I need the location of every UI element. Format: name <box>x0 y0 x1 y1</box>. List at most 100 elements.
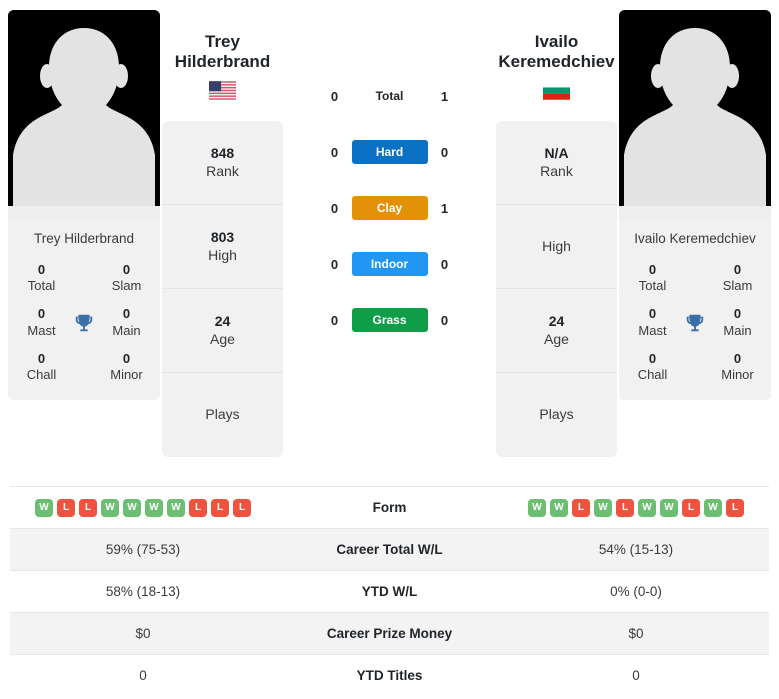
title-label: Main <box>112 322 141 338</box>
form-badge-loss[interactable]: L <box>233 498 251 517</box>
title-stat: 0 Chall <box>625 351 680 384</box>
surface-badge-indoor[interactable]: Indoor <box>351 252 428 276</box>
h2h-right-score: 1 <box>440 88 449 104</box>
title-value: 0 <box>648 350 657 366</box>
stat-value: 803 <box>210 229 235 246</box>
form-strip-right: WWLWLWWLWL <box>507 498 765 517</box>
stat-label: Age <box>544 330 569 347</box>
form-badge-win[interactable]: W <box>704 498 722 517</box>
player-name-left: Trey Hilderbrand <box>175 32 270 72</box>
title-stat: 0 Mast <box>625 306 680 339</box>
table-row-career-total-wl: 59% (75-53) Career Total W/L 54% (15-13) <box>10 528 769 571</box>
title-value: 0 <box>37 350 46 366</box>
avatar-silhouette-icon <box>8 10 160 220</box>
avatar-silhouette-icon <box>619 10 771 220</box>
form-badge-win[interactable]: W <box>167 498 185 517</box>
player-name-line1: Trey <box>205 32 240 51</box>
titles-row: 0 Total 0 Slam <box>8 257 160 302</box>
player-name-line1: Ivailo <box>534 32 579 51</box>
trophy-icon <box>680 312 710 334</box>
title-stat: 0 Total <box>625 262 680 295</box>
form-badge-win[interactable]: W <box>35 498 53 517</box>
form-cell-left: WLLWWWWLLL <box>10 487 276 529</box>
title-label: Total <box>638 278 667 294</box>
stat-high: 803 High <box>162 205 283 290</box>
form-badge-loss[interactable]: L <box>79 498 97 517</box>
row-label-ytd-wl: YTD W/L <box>361 584 418 599</box>
player-name-line2: Keremedchiev <box>498 52 615 72</box>
stat-value: 848 <box>210 145 235 162</box>
form-badge-win[interactable]: W <box>145 498 163 517</box>
value-left: $0 <box>135 626 151 641</box>
form-badge-win[interactable]: W <box>550 498 568 517</box>
form-badge-win[interactable]: W <box>123 498 141 517</box>
player-stats-right: N/A Rank High 24 Age Plays <box>496 121 617 458</box>
title-stat: 0 Slam <box>99 262 154 295</box>
title-stat: 0 Chall <box>14 351 69 384</box>
title-stat: 0 Minor <box>710 351 765 384</box>
title-label: Slam <box>111 278 142 294</box>
titles-row: 0 Mast 0 Main <box>8 301 160 346</box>
value-right: 0% (0-0) <box>610 584 662 599</box>
stat-plays: Plays <box>162 373 283 457</box>
player-info-right: Ivailo Keremedchiev N/A Rank High 24 Age… <box>494 10 619 458</box>
form-badge-loss[interactable]: L <box>682 498 700 517</box>
h2h-row-hard: 0 Hard 0 <box>285 124 494 180</box>
title-stat: 0 Main <box>99 306 154 339</box>
form-badge-win[interactable]: W <box>101 498 119 517</box>
form-badge-loss[interactable]: L <box>726 498 744 517</box>
title-value: 0 <box>733 306 742 322</box>
comparison-table: WLLWWWWLLL Form WWLWLWWLWL 59% (75-53) C… <box>10 486 769 696</box>
title-label: Chall <box>637 367 668 383</box>
h2h-left-score: 0 <box>330 200 339 216</box>
form-badge-loss[interactable]: L <box>616 498 634 517</box>
form-badge-win[interactable]: W <box>594 498 612 517</box>
table-row-career-prize-money: $0 Career Prize Money $0 <box>10 612 769 655</box>
player-comparison-page: Trey Hilderbrand 0 Total 0 Slam 0 Mast 0… <box>0 0 779 699</box>
h2h-left-score: 0 <box>330 312 339 328</box>
h2h-right-score: 0 <box>440 312 449 328</box>
form-badge-win[interactable]: W <box>660 498 678 517</box>
player-card-left[interactable]: Trey Hilderbrand 0 Total 0 Slam 0 Mast 0… <box>8 10 160 401</box>
stat-label: High <box>208 246 237 263</box>
stat-label: Rank <box>206 162 239 179</box>
title-stat: 0 Total <box>14 262 69 295</box>
player-name-right: Ivailo Keremedchiev <box>498 32 614 72</box>
title-value: 0 <box>648 261 657 277</box>
h2h-row-clay: 0 Clay 1 <box>285 180 494 236</box>
form-badge-loss[interactable]: L <box>211 498 229 517</box>
title-label: Mast <box>638 322 667 338</box>
form-badge-loss[interactable]: L <box>189 498 207 517</box>
player-card-right[interactable]: Ivailo Keremedchiev 0 Total 0 Slam 0 Mas… <box>619 10 771 401</box>
form-badge-win[interactable]: W <box>528 498 546 517</box>
stat-rank: 848 Rank <box>162 121 283 206</box>
surface-badge-grass[interactable]: Grass <box>351 308 428 332</box>
row-label-form: Form <box>372 500 407 515</box>
title-value: 0 <box>122 306 131 322</box>
value-left: 58% (18-13) <box>105 584 181 599</box>
surface-badge-hard[interactable]: Hard <box>351 140 428 164</box>
row-label-ytd-titles: YTD Titles <box>356 668 423 683</box>
row-label-career-total-wl: Career Total W/L <box>336 542 443 557</box>
h2h-left-score: 0 <box>330 256 339 272</box>
trophy-icon <box>69 312 99 334</box>
table-row-form: WLLWWWWLLL Form WWLWLWWLWL <box>10 486 769 529</box>
form-badge-loss[interactable]: L <box>57 498 75 517</box>
title-label: Minor <box>721 367 754 383</box>
stat-label: Age <box>210 330 235 347</box>
stat-rank: N/A Rank <box>496 121 617 206</box>
h2h-row-total: 0 Total 1 <box>285 68 494 124</box>
stat-age: 24 Age <box>496 289 617 374</box>
form-badge-loss[interactable]: L <box>572 498 590 517</box>
title-value: 0 <box>733 350 742 366</box>
title-label: Minor <box>110 367 143 383</box>
title-value: 0 <box>122 350 131 366</box>
h2h-left-score: 0 <box>330 144 339 160</box>
stat-age: 24 Age <box>162 289 283 374</box>
row-label-career-prize-money: Career Prize Money <box>326 626 453 641</box>
us-flag-icon <box>209 81 236 100</box>
stat-plays: Plays <box>496 373 617 457</box>
form-badge-win[interactable]: W <box>638 498 656 517</box>
surface-badge-clay[interactable]: Clay <box>351 196 428 220</box>
player-card-name-left: Trey Hilderbrand <box>33 231 135 246</box>
